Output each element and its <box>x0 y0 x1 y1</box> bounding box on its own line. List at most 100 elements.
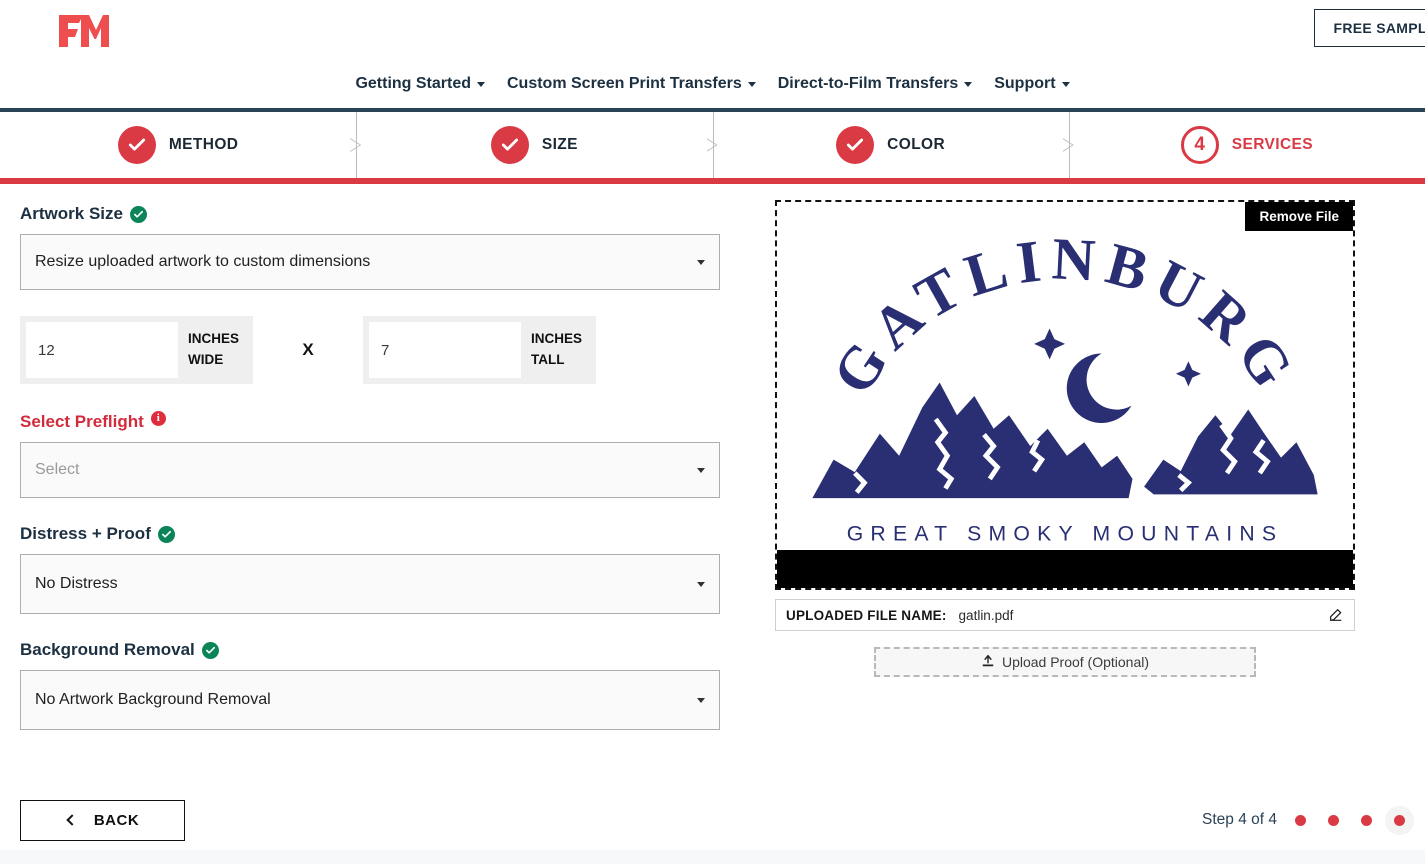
chevron-down-icon <box>747 81 756 87</box>
info-icon[interactable]: i <box>150 410 166 426</box>
chevron-down-icon <box>697 260 705 265</box>
nav-item-custom-screen-print-transfers[interactable]: Custom Screen Print Transfers <box>507 75 756 93</box>
step-dot-2[interactable] <box>1328 814 1339 826</box>
step-services-number: 4 <box>1194 134 1205 155</box>
artwork-size-select[interactable]: Resize uploaded artwork to custom dimens… <box>20 234 720 290</box>
upload-proof-button[interactable]: Upload Proof (Optional) <box>874 647 1256 677</box>
step-size[interactable]: SIZE <box>356 112 712 178</box>
artwork-size-label-row: Artwork Size <box>20 204 720 224</box>
step-counter: Step 4 of 4 <box>1202 811 1405 829</box>
step-dot-1[interactable] <box>1295 814 1306 826</box>
upload-icon <box>981 654 995 671</box>
artwork-image: GATLINBURG GREAT SMOKY MOUNTAINS <box>777 202 1353 588</box>
page-bottom-strip <box>0 850 1425 864</box>
svg-text:GATLINBURG: GATLINBURG <box>820 230 1311 405</box>
chevron-down-icon <box>697 468 705 473</box>
background-removal-label-row: Background Removal <box>20 640 720 660</box>
width-unit-label: INCHES WIDE <box>178 316 249 384</box>
upload-proof-label: Upload Proof (Optional) <box>1001 654 1150 670</box>
dimension-separator: X <box>302 340 314 359</box>
nav-label: Support <box>994 75 1056 92</box>
step-size-circle <box>490 126 529 164</box>
step-method-label: METHOD <box>168 136 239 153</box>
background-removal-label: Background Removal <box>20 640 195 659</box>
preflight-select-value: Select <box>35 461 80 478</box>
distress-label-row: Distress + Proof <box>20 524 720 544</box>
valid-check-icon <box>201 641 219 659</box>
step-color-label: COLOR <box>887 136 946 153</box>
chevron-down-icon <box>697 582 705 587</box>
remove-file-button[interactable]: Remove File <box>1245 202 1353 231</box>
height-input[interactable] <box>369 322 521 378</box>
background-removal-select[interactable]: No Artwork Background Removal <box>20 670 720 730</box>
main-navigation: Getting Started Custom Screen Print Tran… <box>0 60 1425 112</box>
step-method-circle <box>117 126 156 164</box>
progress-stepper: METHOD SIZE COLOR 4 SERVICES <box>0 112 1425 184</box>
edit-icon[interactable] <box>1328 607 1344 623</box>
nav-label: Direct-to-Film Transfers <box>777 75 959 92</box>
step-services-circle: 4 <box>1180 126 1219 164</box>
main-content: Artwork Size Resize uploaded artwork to … <box>0 184 1425 756</box>
page-root: FREE SAMPLES Getting Started Custom Scre… <box>0 0 1425 864</box>
distress-select-value: No Distress <box>35 575 118 592</box>
distress-select[interactable]: No Distress <box>20 554 720 614</box>
nav-item-getting-started[interactable]: Getting Started <box>355 75 485 93</box>
wizard-footer: BACK Step 4 of 4 <box>0 797 1425 843</box>
step-color-circle <box>836 126 875 164</box>
background-removal-select-value: No Artwork Background Removal <box>35 691 271 708</box>
check-icon <box>501 138 518 151</box>
width-unit-line1: INCHES <box>188 331 240 347</box>
artwork-size-select-value: Resize uploaded artwork to custom dimens… <box>35 253 371 270</box>
preflight-label: Select Preflight <box>20 412 144 431</box>
preflight-select[interactable]: Select <box>20 442 720 498</box>
free-samples-label: FREE SAMPLES <box>1333 20 1425 36</box>
distress-label: Distress + Proof <box>20 524 151 543</box>
svg-text:GREAT SMOKY MOUNTAINS: GREAT SMOKY MOUNTAINS <box>847 523 1284 546</box>
nav-item-direct-to-film-transfers[interactable]: Direct-to-Film Transfers <box>777 75 973 93</box>
services-form: Artwork Size Resize uploaded artwork to … <box>0 184 740 756</box>
check-icon <box>847 138 864 151</box>
valid-check-icon <box>129 205 147 223</box>
site-header: FREE SAMPLES <box>0 0 1425 60</box>
uploaded-file-name-label: UPLOADED FILE NAME: <box>786 607 947 623</box>
height-unit-label: INCHES TALL <box>521 316 592 384</box>
chevron-down-icon <box>964 81 973 87</box>
check-icon <box>128 138 145 151</box>
step-services[interactable]: 4 SERVICES <box>1068 112 1425 178</box>
width-group: INCHES WIDE <box>20 316 253 384</box>
height-unit-line2: TALL <box>531 352 565 367</box>
fm-logo[interactable] <box>57 13 109 49</box>
uploaded-file-name-value: gatlin.pdf <box>958 607 1014 623</box>
nav-label: Getting Started <box>355 75 471 92</box>
back-button-label: BACK <box>93 811 140 829</box>
remove-file-label: Remove File <box>1259 209 1339 224</box>
width-input[interactable] <box>26 322 178 378</box>
artwork-frame: Remove File GATLINBURG GREAT SMOKY MOUNT… <box>775 200 1355 590</box>
step-color[interactable]: COLOR <box>712 112 1069 178</box>
free-samples-button[interactable]: FREE SAMPLES <box>1314 9 1425 47</box>
step-dot-4[interactable] <box>1394 814 1405 826</box>
chevron-down-icon <box>1061 81 1070 87</box>
uploaded-file-name-bar: UPLOADED FILE NAME: gatlin.pdf <box>775 599 1355 631</box>
chevron-left-icon <box>66 814 78 826</box>
step-method[interactable]: METHOD <box>0 112 356 178</box>
nav-label: Custom Screen Print Transfers <box>507 75 742 92</box>
chevron-down-icon <box>697 698 705 703</box>
step-services-label: SERVICES <box>1231 136 1314 153</box>
artwork-size-label: Artwork Size <box>20 204 123 223</box>
artwork-preview-panel: Remove File GATLINBURG GREAT SMOKY MOUNT… <box>740 184 1425 756</box>
chevron-down-icon <box>477 81 485 87</box>
step-counter-text: Step 4 of 4 <box>1202 811 1277 828</box>
step-dot-3[interactable] <box>1361 814 1372 826</box>
valid-check-icon <box>157 525 175 543</box>
step-dots <box>1295 814 1405 826</box>
height-unit-line1: INCHES <box>531 331 583 347</box>
back-button[interactable]: BACK <box>20 799 185 841</box>
nav-item-support[interactable]: Support <box>994 75 1070 93</box>
dimensions-row: INCHES WIDE X INCHES TALL <box>20 316 720 384</box>
step-size-label: SIZE <box>541 136 578 153</box>
artwork-black-bar <box>777 550 1353 588</box>
preflight-label-row: Select Preflight i <box>20 410 720 432</box>
width-unit-line2: WIDE <box>188 352 224 367</box>
height-group: INCHES TALL <box>363 316 596 384</box>
